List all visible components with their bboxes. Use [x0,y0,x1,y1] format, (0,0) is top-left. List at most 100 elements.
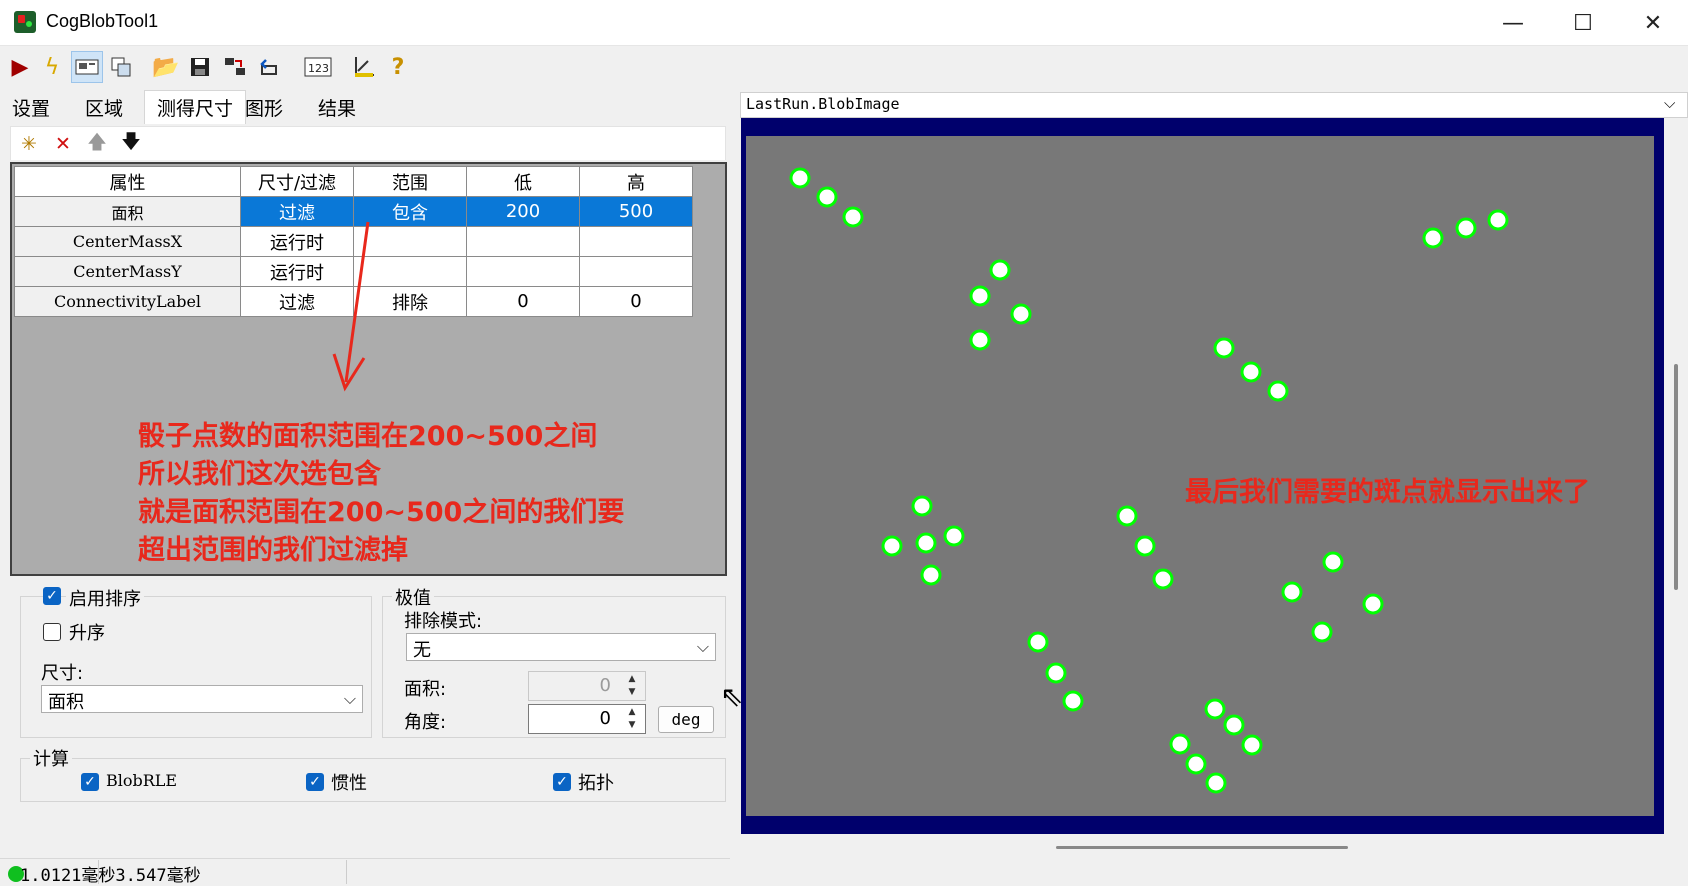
annotation-right: 最后我们需要的斑点就显示出来了 [1185,477,1590,508]
open-icon[interactable]: 📂 [150,51,182,83]
move-down-icon[interactable]: 🡇 [117,130,145,158]
app-icon [14,11,36,33]
measure-toolbar: ✳ ✕ 🡅 🡇 [10,126,726,160]
status-bar [0,858,1688,886]
angle-label: 角度: [404,712,447,733]
measure-icon[interactable] [348,51,380,83]
area-label: 面积: [404,679,447,700]
properties-icon[interactable] [219,51,251,83]
blob-marker [1223,714,1245,736]
flash-icon[interactable]: ϟ [36,51,68,83]
blob-marker [989,259,1011,281]
tab-settings[interactable]: 设置 [0,92,62,122]
help-icon[interactable]: ? [382,51,414,83]
area-spinner[interactable]: 0 ▲ ▼ [528,671,646,701]
chevron-down-icon[interactable]: ⌵ [1664,94,1675,112]
blob-marker [1134,535,1156,557]
row-high[interactable] [579,226,693,257]
chevron-down-icon: ⌵ [696,637,709,656]
row-property[interactable]: ConnectivityLabel [14,286,241,317]
deg-button[interactable]: deg [658,706,714,733]
row-low[interactable]: 0 [466,286,580,317]
blob-marker [920,564,942,586]
run-icon[interactable]: ▶ [4,51,36,83]
tab-bar: 设置 区域 测得尺寸 图形 结果 [0,90,380,124]
row-low[interactable]: 200 [466,196,580,227]
add-measure-icon[interactable]: ✳ [15,130,43,158]
image-select-value: LastRun.BlobImage [746,95,900,113]
copy-icon[interactable] [105,51,137,83]
blobrle-checkbox[interactable]: ✓ [81,773,99,791]
minimize-button[interactable]: — [1478,0,1548,46]
blob-marker [1169,733,1191,755]
spinner-arrows-icon: ▲ ▼ [628,707,636,730]
blobrle-label: BlobRLE [106,771,178,790]
header-property: 属性 [14,166,241,197]
status-text: 1.0121毫秒3.547毫秒 [20,866,201,886]
save-icon[interactable] [184,51,216,83]
topology-label: 拓扑 [578,773,614,794]
annotation-left: 骰子点数的面积范围在200~500之间 所以我们这次选包含 就是面积范围在200… [138,418,624,570]
move-up-icon[interactable]: 🡅 [83,130,111,158]
header-low: 低 [466,166,580,197]
blob-marker [1422,227,1444,249]
blob-marker [1185,753,1207,775]
vertical-scroll-thumb[interactable] [1674,364,1678,590]
blob-marker [1241,734,1263,756]
blob-marker [1027,631,1049,653]
topology-checkbox[interactable]: ✓ [553,773,571,791]
delete-icon[interactable]: ✕ [49,130,77,158]
row-property[interactable]: CenterMassY [14,256,241,287]
area-value: 0 [599,675,611,696]
size-select[interactable]: 面积 ⌵ [41,685,363,713]
row-low[interactable] [466,226,580,257]
toolbar: ▶ ϟ 📂 123 ? [0,46,1688,90]
blob-marker [1487,209,1509,231]
counter-icon[interactable]: 123 [302,51,334,83]
blob-marker [789,167,811,189]
enable-sort-label: 启用排序 [66,585,144,611]
tab-graphics[interactable]: 图形 [233,92,295,122]
inertia-checkbox[interactable]: ✓ [306,773,324,791]
tab-results[interactable]: 结果 [306,92,368,122]
blob-marker [1152,568,1174,590]
row-high[interactable] [579,256,693,287]
blob-marker [1281,581,1303,603]
blob-marker [1045,662,1067,684]
maximize-button[interactable]: ☐ [1548,0,1618,46]
blob-marker [1062,690,1084,712]
blob-marker [1240,361,1262,383]
blob-marker [881,535,903,557]
tab-region[interactable]: 区域 [73,92,135,122]
row-high[interactable]: 0 [579,286,693,317]
blob-marker [842,206,864,228]
blob-marker [1311,621,1333,643]
blob-marker [911,495,933,517]
reset-icon[interactable] [254,51,286,83]
row-property[interactable]: 面积 [14,196,241,227]
blob-marker [1116,505,1138,527]
header-mode: 尺寸/过滤 [240,166,354,197]
close-button[interactable]: ✕ [1618,0,1688,46]
ascending-checkbox[interactable] [43,623,61,641]
blob-marker [1267,380,1289,402]
exclude-mode-label: 排除模式: [404,611,483,632]
angle-spinner[interactable]: 0 ▲ ▼ [528,704,646,734]
enable-sort-checkbox[interactable]: ✓ [43,587,61,605]
row-high[interactable]: 500 [579,196,693,227]
blob-marker [1010,303,1032,325]
row-low[interactable] [466,256,580,287]
show-image-icon[interactable] [71,51,103,83]
blob-marker [1204,698,1226,720]
compute-title: 计算 [30,745,72,771]
size-select-value: 面积 [48,692,84,713]
row-property[interactable]: CenterMassX [14,226,241,257]
exclude-mode-select[interactable]: 无 ⌵ [406,633,716,661]
angle-value: 0 [599,708,611,729]
tab-measurements[interactable]: 测得尺寸 [144,90,247,124]
header-high: 高 [579,166,693,197]
horizontal-scroll-thumb[interactable] [1056,846,1348,849]
blob-marker [1362,593,1384,615]
title-bar [0,0,1688,46]
blob-marker [943,525,965,547]
